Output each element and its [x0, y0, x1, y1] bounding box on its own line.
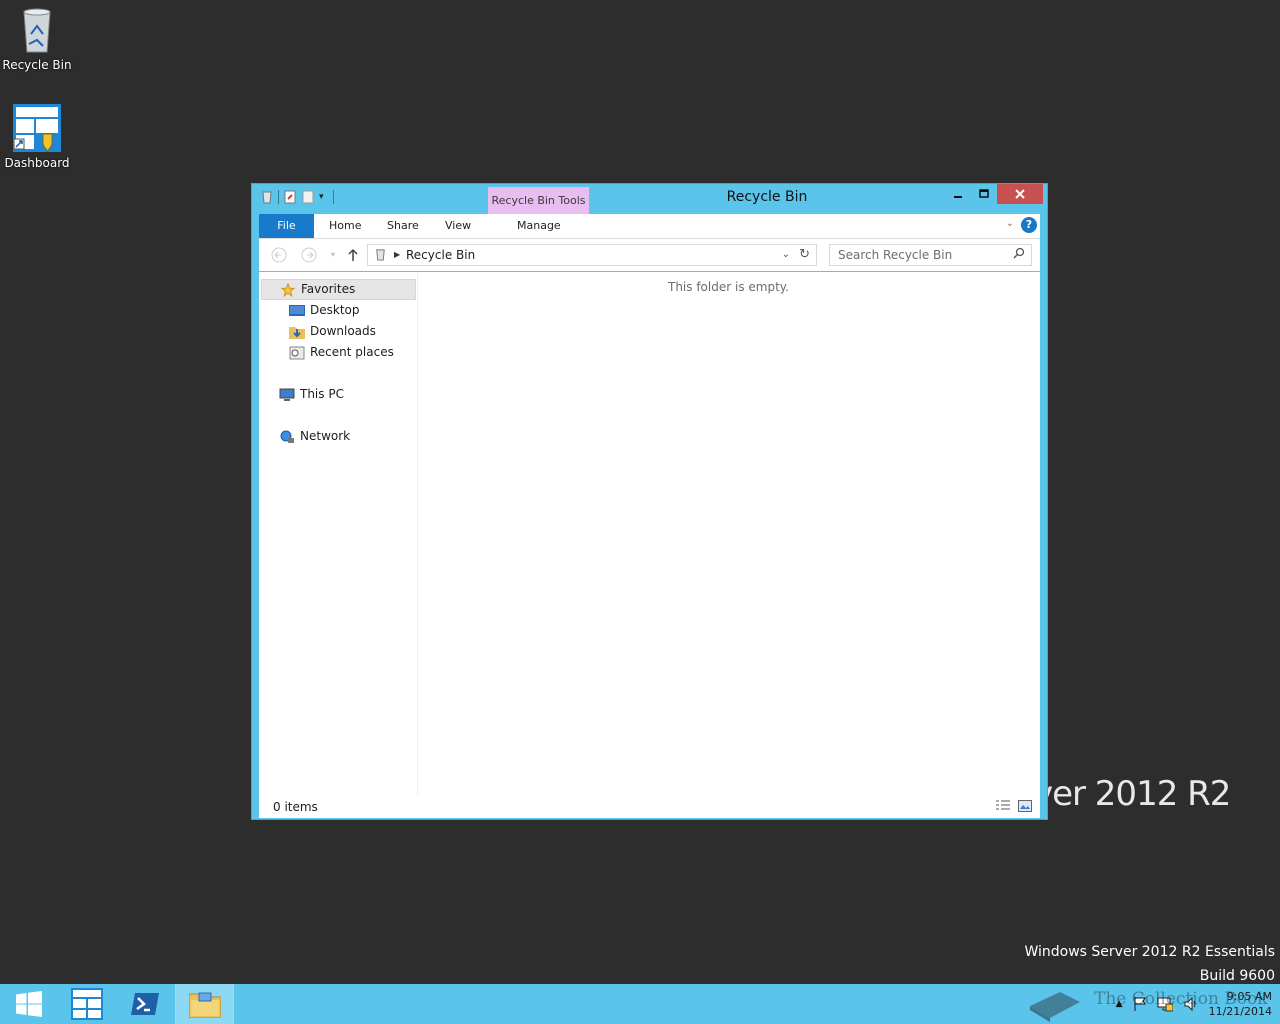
- address-dropdown-icon[interactable]: ⌄: [782, 245, 790, 265]
- minimize-button[interactable]: [945, 184, 971, 204]
- recycle-bin-icon: [23, 8, 51, 53]
- recycle-bin-location-icon: [376, 249, 385, 261]
- nav-label: Favorites: [301, 282, 356, 296]
- up-button[interactable]: [345, 247, 361, 263]
- file-explorer-icon: [188, 992, 221, 1018]
- window-title: Recycle Bin: [726, 189, 808, 205]
- nav-recent-places[interactable]: Recent places: [289, 342, 394, 363]
- expand-ribbon-icon[interactable]: ⌄: [1006, 218, 1014, 229]
- nav-this-pc[interactable]: This PC: [279, 384, 344, 405]
- dashboard-icon: [13, 104, 61, 152]
- taskbar-server-manager[interactable]: [58, 984, 116, 1024]
- close-icon: [1015, 189, 1025, 199]
- star-icon: [280, 282, 296, 297]
- tab-home[interactable]: Home: [329, 214, 361, 238]
- large-icons-view-icon[interactable]: [1018, 800, 1032, 812]
- desktop-icon-label: Recycle Bin: [2, 58, 72, 72]
- navigation-bar: ▾ ▶ Recycle Bin ⌄ ↻ Search Recycle Bin: [259, 239, 1040, 271]
- tab-share[interactable]: Share: [387, 214, 419, 238]
- taskbar-powershell[interactable]: [116, 984, 174, 1024]
- status-bar: 0 items: [259, 796, 1040, 818]
- back-button[interactable]: [271, 247, 287, 263]
- recent-locations-dropdown[interactable]: ▾: [325, 247, 341, 263]
- breadcrumb-recycle-bin[interactable]: Recycle Bin: [406, 245, 475, 265]
- search-icon[interactable]: [1013, 245, 1025, 265]
- address-bar[interactable]: ▶ Recycle Bin ⌄ ↻: [367, 244, 817, 266]
- taskbar-file-explorer[interactable]: [175, 984, 234, 1024]
- ribbon-tabs: File Home Share View Manage ⌄ ?: [259, 214, 1040, 239]
- os-watermark: rver 2012 R2: [1020, 774, 1231, 814]
- nav-network[interactable]: Network: [279, 426, 350, 447]
- view-switcher: [996, 800, 1032, 812]
- windows-logo-icon: [16, 991, 42, 1017]
- tab-view[interactable]: View: [445, 214, 471, 238]
- start-button[interactable]: [0, 984, 58, 1024]
- desktop-icon-recycle-bin[interactable]: Recycle Bin: [0, 6, 74, 72]
- nav-label: This PC: [300, 387, 344, 401]
- nav-favorites[interactable]: Favorites: [261, 279, 416, 300]
- help-icon[interactable]: ?: [1021, 217, 1037, 233]
- server-manager-icon: [71, 988, 103, 1020]
- edition-name: Windows Server 2012 R2 Essentials: [1024, 944, 1275, 960]
- desktop: Recycle Bin Dashboard rver 2012 R2 Windo…: [0, 0, 1280, 984]
- tab-file[interactable]: File: [259, 214, 314, 238]
- explorer-window: ▾ Recycle Bin Tools Recycle Bin File Hom…: [251, 183, 1048, 820]
- desktop-icon-dashboard[interactable]: Dashboard: [0, 104, 74, 170]
- up-arrow-icon: [348, 248, 358, 261]
- details-view-icon[interactable]: [996, 800, 1010, 812]
- empty-folder-message: This folder is empty.: [668, 280, 789, 294]
- nav-desktop[interactable]: Desktop: [289, 300, 360, 321]
- desktop-folder-icon: [289, 304, 305, 316]
- computer-icon: [279, 388, 295, 401]
- refresh-icon[interactable]: ↻: [799, 245, 810, 265]
- minimize-icon: [954, 196, 962, 198]
- item-count: 0 items: [273, 800, 318, 814]
- navigation-pane: Favorites Desktop Downloads Recent place…: [259, 272, 418, 796]
- maximize-button[interactable]: [971, 184, 997, 204]
- desktop-icon-label: Dashboard: [4, 156, 70, 170]
- powershell-icon: [131, 993, 159, 1015]
- nav-label: Desktop: [310, 303, 360, 317]
- title-bar[interactable]: ▾ Recycle Bin Tools Recycle Bin: [252, 184, 1047, 214]
- downloads-folder-icon: [289, 326, 305, 339]
- search-box[interactable]: Search Recycle Bin: [829, 244, 1032, 266]
- window-controls: [945, 184, 1043, 204]
- nav-label: Downloads: [310, 324, 376, 338]
- forward-arrow-icon: [301, 247, 317, 263]
- breadcrumb-arrow-icon[interactable]: ▶: [394, 245, 400, 265]
- book-logo-icon: [1030, 992, 1080, 1022]
- close-button[interactable]: [997, 184, 1043, 204]
- edition-info: Windows Server 2012 R2 Essentials Build …: [1024, 940, 1275, 988]
- nav-downloads[interactable]: Downloads: [289, 321, 376, 342]
- watermark-brand: The Collection Book: [1094, 989, 1268, 1009]
- explorer-body: Favorites Desktop Downloads Recent place…: [259, 272, 1040, 796]
- forward-button[interactable]: [301, 247, 317, 263]
- search-placeholder: Search Recycle Bin: [838, 248, 953, 262]
- nav-label: Network: [300, 429, 351, 443]
- maximize-icon: [979, 189, 989, 198]
- nav-label: Recent places: [310, 345, 394, 359]
- back-arrow-icon: [271, 247, 287, 263]
- taskbar: ▲ 9:05 AM 11/21/2014: [0, 984, 1280, 1024]
- network-icon: [280, 430, 294, 443]
- tab-manage[interactable]: Manage: [517, 214, 561, 238]
- recent-places-icon: [289, 346, 305, 359]
